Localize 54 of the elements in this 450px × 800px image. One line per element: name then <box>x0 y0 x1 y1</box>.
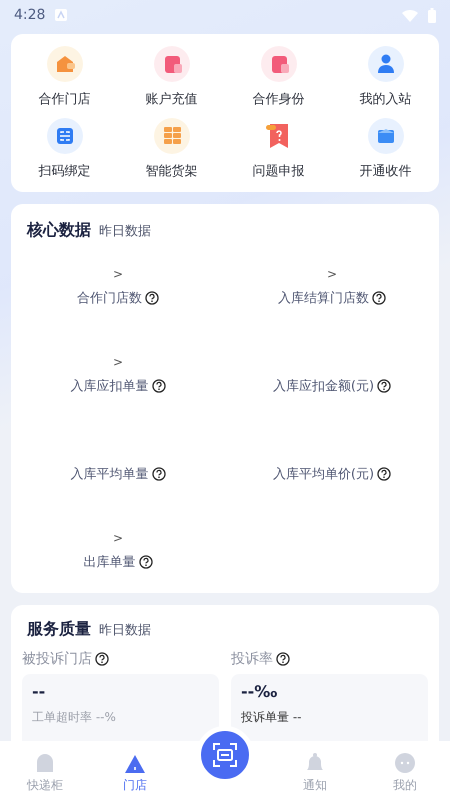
help-icon[interactable] <box>152 467 166 481</box>
stat-value: --‰ <box>241 682 278 701</box>
chevron-text[interactable]: > <box>112 267 124 281</box>
section-subtitle: 昨日数据 <box>99 622 151 639</box>
stat-note: 工单超时率 --% <box>32 709 117 726</box>
warning-triangle-icon <box>124 754 146 774</box>
help-icon[interactable] <box>145 291 159 305</box>
metric-label: 入库应扣金额(元) <box>272 378 374 395</box>
metric-label: 出库单量 <box>84 554 136 571</box>
shortcut-label[interactable]: 扫码绑定 <box>38 162 90 180</box>
status-time: 4:28 <box>14 7 46 23</box>
shortcut-label[interactable]: 合作门店 <box>38 90 90 108</box>
help-icon[interactable] <box>95 652 109 666</box>
locker-icon <box>34 752 56 774</box>
shortcut-label[interactable]: 智能货架 <box>146 162 198 180</box>
help-icon[interactable] <box>377 467 392 481</box>
help-icon[interactable] <box>377 379 392 393</box>
scan-icon <box>46 118 82 154</box>
chevron-text[interactable]: > <box>326 267 338 281</box>
panel-label: 投诉率 <box>231 650 273 668</box>
box-icon <box>368 118 404 154</box>
person-icon <box>368 46 404 82</box>
notification-icon <box>55 9 68 21</box>
shortcut-label[interactable]: 问题申报 <box>252 162 304 180</box>
help-icon[interactable] <box>152 379 166 393</box>
stat-value: -- <box>32 682 46 701</box>
metric-label: 入库平均单量 <box>70 466 148 483</box>
shortcut-label[interactable]: 我的入站 <box>360 90 412 108</box>
help-icon[interactable] <box>372 291 386 305</box>
shortcut-label[interactable]: 开通收件 <box>360 162 412 180</box>
tab-item[interactable]: 门店 <box>90 754 180 794</box>
chevron-text[interactable]: > <box>112 355 124 369</box>
metric-label: 合作门店数 <box>77 290 142 307</box>
wifi-icon <box>402 8 418 22</box>
metric-label: 入库平均单价(元) <box>272 466 374 483</box>
chat-bubble-icon <box>394 752 416 774</box>
shortcut-label[interactable]: 合作身份 <box>252 90 304 108</box>
battery-icon <box>428 8 436 22</box>
help-icon[interactable] <box>276 652 290 666</box>
stat-note: 投诉单量 -- <box>241 709 302 726</box>
section-title: 核心数据 <box>27 220 91 241</box>
help-icon[interactable] <box>138 555 152 569</box>
envelope-icon <box>154 46 190 82</box>
envelope-icon <box>260 46 296 82</box>
scan-icon <box>212 742 238 768</box>
shortcut-label[interactable]: 账户充值 <box>146 90 198 108</box>
shelf-icon <box>154 118 190 154</box>
wallet-icon <box>46 46 82 82</box>
section-subtitle: 昨日数据 <box>99 223 151 240</box>
metric-label: 入库结算门店数 <box>278 290 369 307</box>
section-title: 服务质量 <box>27 619 91 640</box>
chevron-text[interactable]: > <box>112 531 124 545</box>
metric-label: 入库应扣单量 <box>70 378 148 395</box>
panel-label: 被投诉门店 <box>22 650 92 668</box>
